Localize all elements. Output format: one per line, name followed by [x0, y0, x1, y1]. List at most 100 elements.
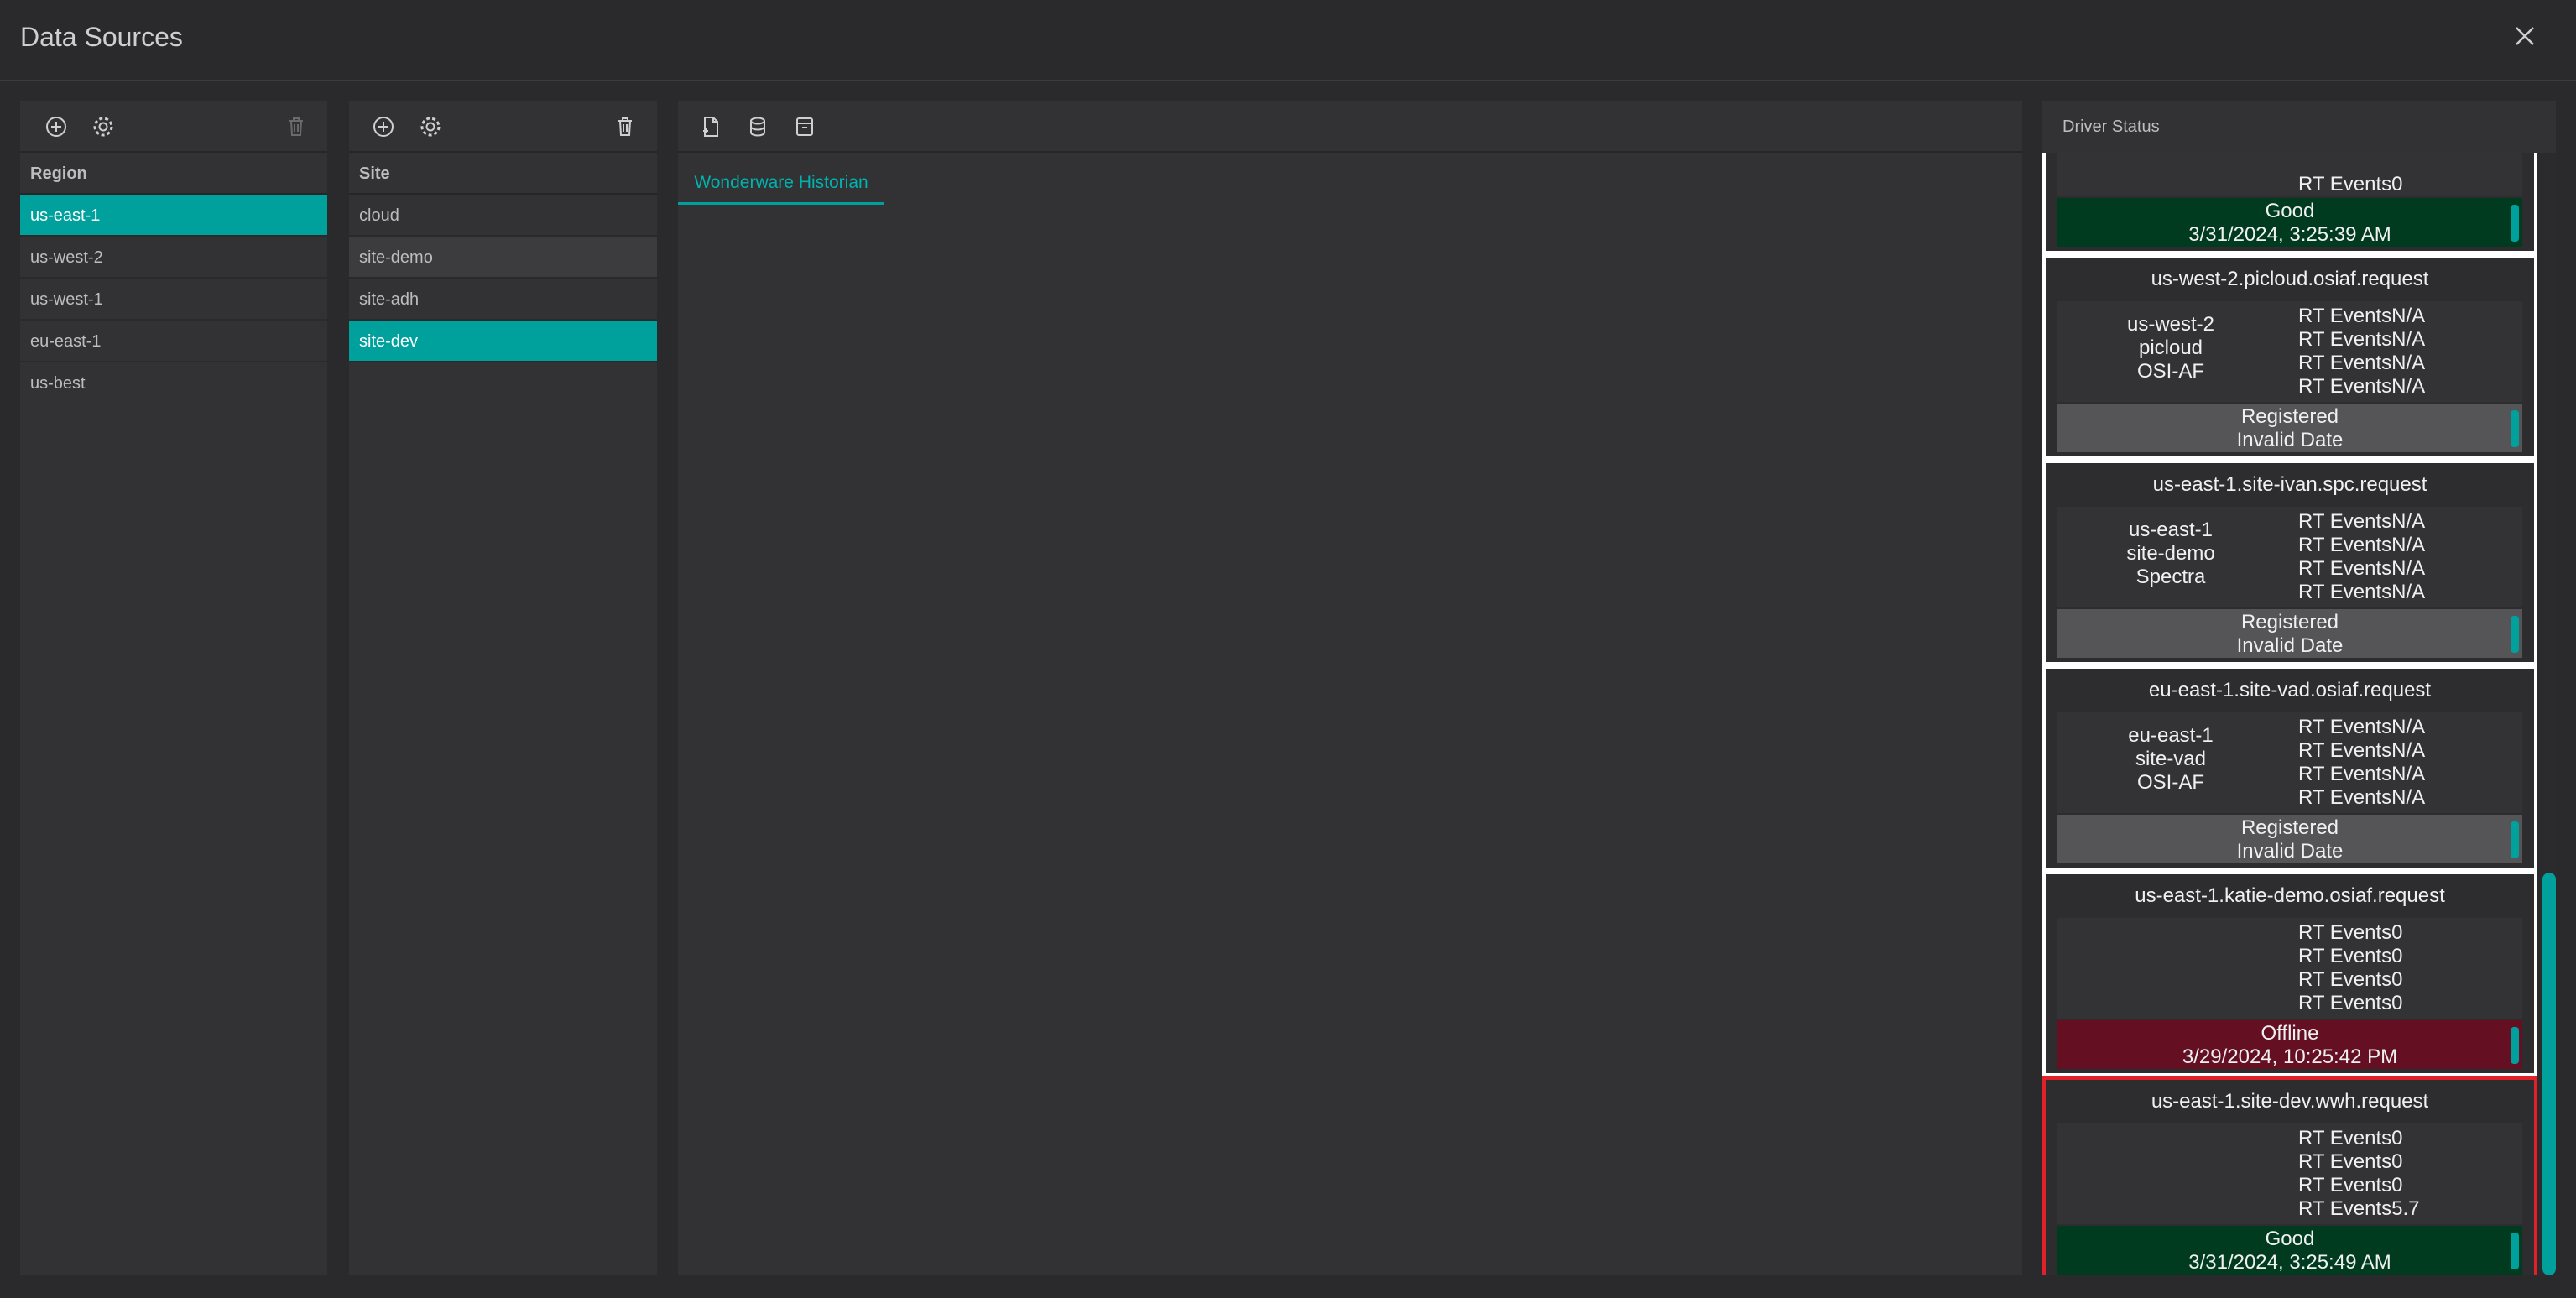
region-item-us-west-2[interactable]: us-west-2	[20, 237, 327, 279]
event-line: RT Events0	[2298, 968, 2403, 991]
status-handle	[2511, 205, 2519, 242]
region-settings-icon[interactable]	[89, 112, 117, 141]
status-handle	[2511, 410, 2519, 447]
event-line: RT EventsN/A	[2298, 763, 2426, 785]
status-date: Invalid Date	[2236, 840, 2344, 863]
driver-card[interactable]: us-west-2.picloud.osiaf.request us-west-…	[2042, 254, 2537, 460]
event-line: RT Events0	[2298, 945, 2403, 967]
tab-wonderware-historian[interactable]: Wonderware Historian	[678, 163, 884, 205]
driver-card[interactable]: us-east-1.katie-demo.osiaf.request RT Ev…	[2042, 871, 2537, 1076]
status-label: Good	[2265, 200, 2315, 222]
driver-status-panel: Driver Status RT Events0 Good 3/31/2024,…	[2042, 101, 2556, 1275]
event-line: RT EventsN/A	[2298, 352, 2426, 374]
driver-site: picloud	[2138, 336, 2203, 359]
main-toolbar	[678, 101, 2022, 153]
driver-status-list[interactable]: RT Events0 Good 3/31/2024, 3:25:39 AM us…	[2042, 153, 2537, 1275]
site-item-site-adh[interactable]: site-adh	[349, 279, 657, 321]
event-line: RT Events0	[2298, 992, 2403, 1014]
event-line: RT EventsN/A	[2298, 375, 2426, 398]
event-line: RT EventsN/A	[2298, 716, 2426, 738]
event-line: RT Events0	[2298, 173, 2403, 195]
dialog-title-bar: Data Sources	[0, 0, 2576, 81]
status-date: Invalid Date	[2236, 634, 2344, 657]
driver-status-scrollbar[interactable]	[2542, 153, 2556, 1275]
status-bar: Registered Invalid Date	[2057, 815, 2522, 863]
event-line: RT Events0	[2298, 1174, 2403, 1196]
driver-card-highlighted[interactable]: us-east-1.site-dev.wwh.request RT Events…	[2042, 1076, 2537, 1275]
region-list: us-east-1 us-west-2 us-west-1 eu-east-1 …	[20, 195, 327, 404]
add-region-icon[interactable]	[42, 112, 70, 141]
scrollbar-thumb[interactable]	[2542, 873, 2556, 1275]
driver-region: us-west-2	[2126, 313, 2215, 336]
database-icon[interactable]	[743, 112, 772, 141]
region-panel: Region us-east-1 us-west-2 us-west-1 eu-…	[20, 101, 327, 1275]
driver-info: RT Events0 RT Events0 RT Events0 RT Even…	[2057, 1123, 2522, 1224]
status-label: Offline	[2261, 1022, 2319, 1045]
status-label: Good	[2265, 1228, 2315, 1250]
add-site-icon[interactable]	[369, 112, 398, 141]
driver-card[interactable]: us-east-1.site-ivan.spc.request us-east-…	[2042, 460, 2537, 665]
event-line: RT EventsN/A	[2298, 786, 2426, 809]
dialog-title: Data Sources	[20, 22, 183, 52]
status-label: Registered	[2240, 816, 2339, 839]
site-list: cloud site-demo site-adh site-dev	[349, 195, 657, 362]
status-bar: Good 3/31/2024, 3:25:49 AM	[2057, 1226, 2522, 1275]
driver-info: us-west-2 picloud OSI-AF RT EventsN/A RT…	[2057, 301, 2522, 402]
region-column-header: Region	[20, 153, 327, 195]
driver-region: eu-east-1	[2128, 724, 2214, 747]
region-item-us-east-1[interactable]: us-east-1	[20, 195, 327, 237]
driver-name: us-east-1.site-dev.wwh.request	[2151, 1090, 2429, 1113]
driver-name: us-west-2.picloud.osiaf.request	[2151, 268, 2429, 290]
event-line: RT EventsN/A	[2298, 510, 2426, 533]
region-item-eu-east-1[interactable]: eu-east-1	[20, 321, 327, 362]
event-line: RT Events5.7	[2298, 1197, 2420, 1220]
site-settings-icon[interactable]	[416, 112, 445, 141]
close-icon[interactable]	[2512, 23, 2537, 49]
event-line: RT EventsN/A	[2298, 739, 2426, 762]
site-toolbar	[349, 101, 657, 153]
site-panel: Site cloud site-demo site-adh site-dev	[349, 101, 657, 1275]
delete-region-icon[interactable]	[282, 112, 310, 141]
driver-card-partial[interactable]: RT Events0 Good 3/31/2024, 3:25:39 AM	[2042, 153, 2537, 254]
status-date: Invalid Date	[2236, 429, 2344, 451]
status-label: Registered	[2240, 405, 2339, 428]
driver-type: OSI-AF	[2136, 360, 2204, 383]
event-line: RT Events0	[2298, 921, 2403, 944]
status-bar: Good 3/31/2024, 3:25:39 AM	[2057, 198, 2522, 247]
status-date: 3/31/2024, 3:25:39 AM	[2188, 223, 2391, 246]
driver-type: Spectra	[2135, 566, 2206, 588]
status-label: Registered	[2240, 611, 2339, 633]
delete-site-icon[interactable]	[611, 112, 639, 141]
driver-info: eu-east-1 site-vad OSI-AF RT EventsN/A R…	[2057, 712, 2522, 813]
main-panel: Wonderware Historian	[678, 101, 2022, 1275]
status-bar: Registered Invalid Date	[2057, 609, 2522, 658]
status-bar: Registered Invalid Date	[2057, 404, 2522, 452]
driver-card[interactable]: eu-east-1.site-vad.osiaf.request eu-east…	[2042, 665, 2537, 871]
region-item-us-west-1[interactable]: us-west-1	[20, 279, 327, 321]
site-item-cloud[interactable]: cloud	[349, 195, 657, 237]
region-toolbar	[20, 101, 327, 153]
driver-name: us-east-1.site-ivan.spc.request	[2152, 473, 2427, 496]
status-handle	[2511, 1027, 2519, 1064]
event-line: RT EventsN/A	[2298, 557, 2426, 580]
driver-site: site-demo	[2126, 542, 2215, 565]
region-item-us-best[interactable]: us-best	[20, 362, 327, 404]
driver-site: site-vad	[2135, 748, 2207, 770]
site-item-site-demo[interactable]: site-demo	[349, 237, 657, 279]
event-line: RT EventsN/A	[2298, 328, 2426, 351]
driver-region: us-east-1	[2128, 519, 2214, 541]
event-line: RT EventsN/A	[2298, 305, 2426, 327]
status-handle	[2511, 1233, 2519, 1269]
new-file-icon[interactable]	[696, 112, 725, 141]
site-item-site-dev[interactable]: site-dev	[349, 321, 657, 362]
event-line: RT Events0	[2298, 1150, 2403, 1173]
site-column-header: Site	[349, 153, 657, 195]
driver-type: OSI-AF	[2136, 771, 2204, 794]
driver-name: us-east-1.katie-demo.osiaf.request	[2135, 884, 2445, 907]
event-line: RT Events0	[2298, 1127, 2403, 1149]
event-line: RT EventsN/A	[2298, 534, 2426, 556]
driver-info: us-east-1 site-demo Spectra RT EventsN/A…	[2057, 507, 2522, 607]
status-handle	[2511, 821, 2519, 858]
event-line: RT EventsN/A	[2298, 581, 2426, 603]
archive-icon[interactable]	[790, 112, 819, 141]
